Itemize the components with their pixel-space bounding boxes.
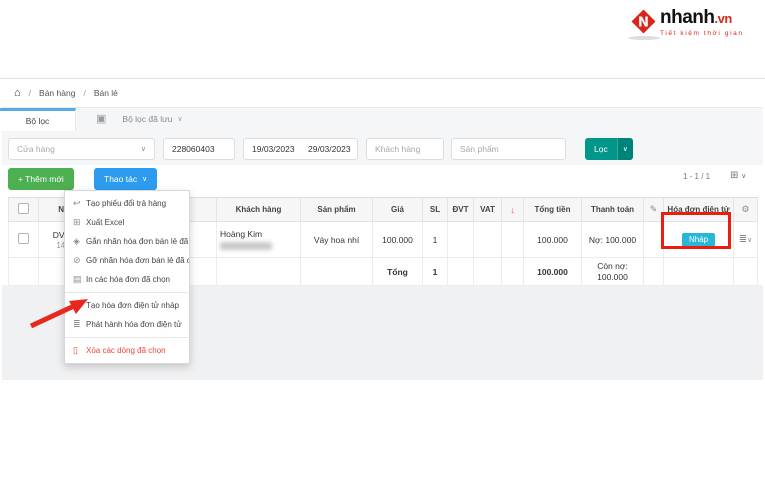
row-checkbox-cell: [9, 222, 39, 258]
menu-item-tao-phieu-doi-tra-hang[interactable]: ↩ Tạo phiếu đổi trả hàng: [65, 194, 189, 213]
home-icon[interactable]: ⌂: [14, 87, 21, 99]
breadcrumb-ban-hang[interactable]: Bán hàng: [39, 88, 75, 98]
actions-button[interactable]: Thao tác ∨: [94, 168, 157, 190]
menu-item-xuat-excel[interactable]: ⊞ Xuất Excel: [65, 213, 189, 232]
totals-amount: 100.000: [524, 258, 582, 286]
trash-icon: ▯: [73, 345, 86, 356]
col-header-total[interactable]: Tổng tiền: [524, 198, 582, 222]
printer-icon: ▤: [73, 274, 86, 285]
col-header-product[interactable]: Sản phẩm: [301, 198, 373, 222]
saved-filters-dropdown[interactable]: ▣ Bộ lọc đã lưu ∨: [96, 112, 183, 125]
bookmark-icon: ▣: [96, 112, 106, 125]
menu-item-in-hoa-don[interactable]: ▤ In các hóa đơn đã chọn: [65, 270, 189, 289]
menu-item-tao-hoa-don-dien-tu-nhap[interactable]: ≣ Tạo hóa đơn điện tử nháp: [65, 296, 189, 315]
page: N nhanh.vn Tiết kiệm thời gian ⌂ / Bán h…: [0, 0, 765, 478]
breadcrumb-ban-le[interactable]: Bán lẻ: [94, 88, 118, 98]
chevron-down-icon: ∨: [141, 145, 146, 153]
date-from-input[interactable]: 19/03/2023: [243, 138, 301, 160]
brand-logo-icon: N: [630, 8, 657, 35]
blurred-phone-number: [220, 242, 272, 250]
filter-apply-button[interactable]: Lọc ∨: [585, 138, 633, 160]
chevron-down-icon: ∨: [142, 175, 147, 183]
col-header-price[interactable]: Giá: [373, 198, 423, 222]
date-to-input[interactable]: 29/03/2023: [300, 138, 358, 160]
product-search-input[interactable]: Sản phẩm: [451, 138, 566, 160]
row-menu-button[interactable]: ≣∨: [739, 234, 753, 245]
excel-export-icon: ⊞: [73, 217, 86, 228]
col-header-einvoice[interactable]: Hóa đơn điện tử: [664, 198, 734, 222]
note-icon: ✎: [650, 204, 658, 214]
customer-search-input[interactable]: Khách hàng: [366, 138, 444, 160]
brand-tagline: Tiết kiệm thời gian: [660, 30, 744, 37]
pagination-info: 1 - 1 / 1: [683, 172, 710, 181]
menu-item-go-nhan[interactable]: ⊘ Gỡ nhãn hóa đơn bán lẻ đã chọn: [65, 251, 189, 270]
actions-dropdown-menu: ↩ Tạo phiếu đổi trả hàng ⊞ Xuất Excel ◈ …: [64, 190, 190, 364]
col-header-settings[interactable]: ⚙: [734, 198, 758, 222]
order-code-input[interactable]: 228060403: [163, 138, 235, 160]
gear-icon: ⚙: [741, 204, 749, 214]
totals-label: Tổng: [373, 258, 423, 286]
note-cell: [644, 222, 664, 258]
col-header-vat[interactable]: VAT: [474, 198, 502, 222]
store-select[interactable]: Cửa hàng ∨: [8, 138, 155, 160]
select-all-checkbox[interactable]: [18, 203, 29, 214]
invoice-draft-icon: ≣: [73, 300, 86, 311]
vat-cell: [474, 222, 502, 258]
chevron-down-icon: ∨: [617, 138, 633, 160]
einvoice-draft-badge[interactable]: Nháp: [682, 233, 715, 247]
brand-word: nhanh: [660, 7, 715, 28]
qty-cell: 1: [423, 222, 448, 258]
invoice-publish-icon: ≣: [73, 319, 86, 330]
row-actions-cell: ≣∨: [734, 222, 758, 258]
einvoice-cell: Nháp: [664, 222, 734, 258]
svg-text:N: N: [638, 16, 649, 31]
logo-shadow: [628, 36, 660, 40]
total-cell: 100.000: [524, 222, 582, 258]
unit-cell: [448, 222, 474, 258]
customer-cell: Hoàng Kim: [217, 222, 301, 258]
menu-item-gan-nhan[interactable]: ◈ Gắn nhãn hóa đơn bán lẻ đã chọn: [65, 232, 189, 251]
menu-separator: [65, 337, 189, 338]
totals-qty: 1: [423, 258, 448, 286]
col-header-customer[interactable]: Khách hàng: [217, 198, 301, 222]
totals-debt: Còn nợ: 100.000: [582, 258, 644, 286]
untag-icon: ⊘: [73, 255, 86, 266]
tab-bo-loc[interactable]: Bộ lọc: [0, 108, 76, 131]
menu-item-xoa-cac-dong-da-chon[interactable]: ▯ Xóa các dòng đã chọn: [65, 341, 189, 360]
product-cell: Váy hoa nhí: [301, 222, 373, 258]
chevron-down-icon: ∨: [178, 115, 183, 123]
tag-icon: ◈: [73, 236, 86, 247]
col-header-unit[interactable]: ĐVT: [448, 198, 474, 222]
sort-down-arrow-icon: ↓: [510, 205, 515, 215]
menu-item-phat-hanh-hoa-don-dien-tu[interactable]: ≣ Phát hành hóa đơn điện tử: [65, 315, 189, 334]
column-settings-button[interactable]: ⊞ ∨: [730, 170, 746, 181]
add-new-button[interactable]: + Thêm mới: [8, 168, 74, 190]
brand-logo: N nhanh.vn Tiết kiệm thời gian: [630, 8, 760, 37]
col-header-note[interactable]: ✎: [644, 198, 664, 222]
col-header-sort[interactable]: ↓: [502, 198, 524, 222]
select-all-checkbox-cell: [9, 198, 39, 222]
col-header-qty[interactable]: SL: [423, 198, 448, 222]
return-icon: ↩: [73, 198, 86, 209]
saved-filters-label: Bộ lọc đã lưu: [122, 114, 172, 124]
menu-separator: [65, 292, 189, 293]
tab-bo-loc-label: Bộ lọc: [26, 116, 50, 126]
sort-cell: [502, 222, 524, 258]
price-cell: 100.000: [373, 222, 423, 258]
row-checkbox[interactable]: [18, 233, 29, 244]
payment-cell: Nợ: 100.000: [582, 222, 644, 258]
col-header-payment[interactable]: Thanh toán: [582, 198, 644, 222]
breadcrumb: ⌂ / Bán hàng / Bán lẻ: [2, 79, 763, 108]
brand-tld: .vn: [715, 11, 732, 26]
